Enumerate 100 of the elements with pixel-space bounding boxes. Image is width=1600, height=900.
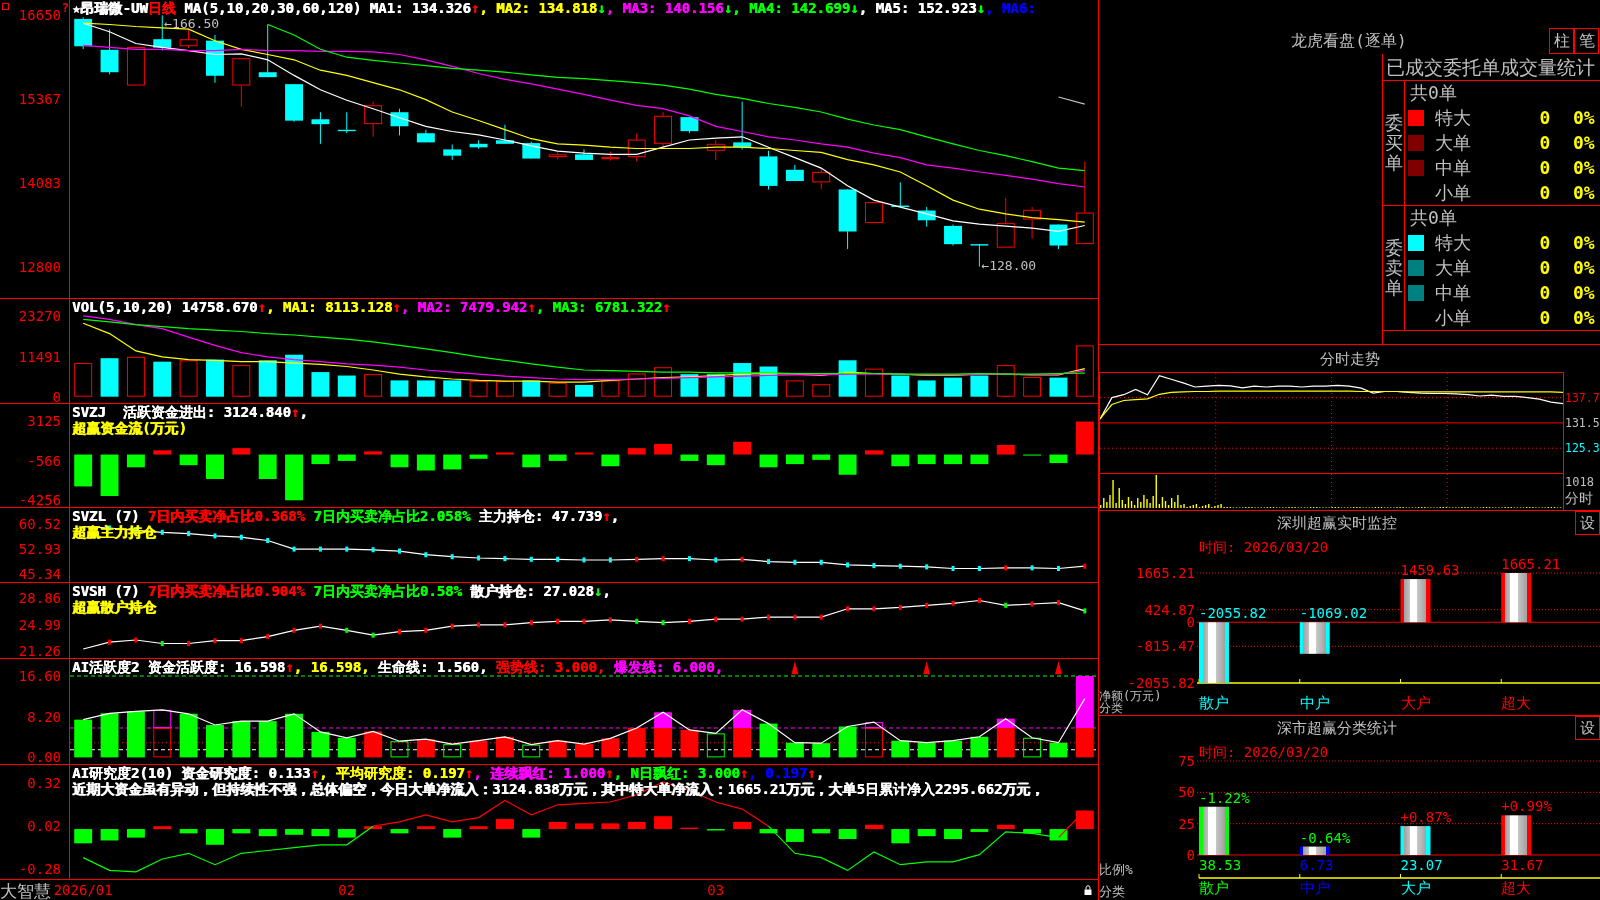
- indicator-text: ,: [602, 583, 611, 599]
- order-size-label: 特大: [1435, 231, 1472, 254]
- axis-tick-label: -0.28: [18, 861, 61, 877]
- order-count: 0: [1538, 181, 1552, 204]
- chart-title: 深市超赢分类统计: [1276, 718, 1398, 739]
- indicator-text: 强势线: 3.000,: [494, 659, 606, 675]
- order-share: 0%: [1573, 281, 1595, 304]
- indicator-text: 7日内买卖净占比0.58%: [312, 583, 462, 599]
- axis-tick-label: 0: [52, 388, 61, 405]
- change-label: +0.99%: [1501, 798, 1552, 815]
- chart-date: 时间: 2026/03/20: [1199, 539, 1329, 555]
- indicator-text: ↑: [602, 508, 611, 524]
- indicator-text: 7日内买卖净占比0.904%: [146, 583, 305, 599]
- indicator-text: , 平均研究度: 0.197: [318, 765, 465, 781]
- change-label: -1.22%: [1199, 789, 1250, 806]
- indicator-text: ,: [299, 404, 308, 420]
- axis-tick-label: 424.87: [1144, 603, 1195, 616]
- axis-tick-label: -566: [27, 452, 61, 469]
- order-count: 0: [1538, 306, 1552, 329]
- order-count: 0: [1538, 256, 1552, 279]
- axis-title: 比例%: [1099, 862, 1133, 877]
- indicator-text: ,: [815, 765, 825, 781]
- category-label: 中户: [1299, 880, 1330, 897]
- order-count: 0: [1538, 106, 1552, 129]
- indicator-text: , MA3: 140.156: [605, 0, 724, 16]
- volume-scale-label: 1018: [1565, 474, 1594, 490]
- axis-tick-label: 60.52: [18, 516, 61, 532]
- value-label: 1665.21: [1501, 556, 1561, 572]
- indicator-text: , MA2: 7479.942: [400, 299, 528, 315]
- date-label: 2026/01: [53, 881, 113, 899]
- order-share: 0%: [1573, 231, 1595, 254]
- indicator-text: 散户持仓: 27.028: [469, 583, 594, 599]
- indicator-text: , 连续飘红: 1.000: [473, 765, 606, 781]
- indicator-text: AI活跃度2 资金活跃度: 16.598: [72, 659, 286, 675]
- indicator-text: ↑: [470, 0, 480, 16]
- order-share: 0%: [1573, 256, 1595, 279]
- indicator-text: ↓: [597, 0, 606, 16]
- order-size-label: 大单: [1435, 256, 1472, 279]
- category-label: 超大: [1501, 695, 1532, 712]
- axis-tick-label: 1665.21: [1136, 567, 1195, 579]
- indicator-text: ↓: [593, 583, 603, 599]
- category-label: 中户: [1299, 695, 1330, 712]
- value-label: 1459.63: [1400, 562, 1460, 579]
- indicator-text: MA1: 134.326: [368, 0, 471, 16]
- indicator-text: ↓: [723, 0, 733, 16]
- indicator-text: , MA4: 142.699: [732, 0, 851, 16]
- indicator-text: ★昂瑞微-UW: [72, 0, 148, 16]
- order-share: 0%: [1573, 306, 1595, 329]
- value-label: -2055.82: [1199, 605, 1267, 622]
- indicator-text: , MA5: 152.923: [858, 0, 977, 16]
- category-label: 大户: [1400, 880, 1431, 897]
- indicator-text: VOL(5,10,20) 14758.670: [72, 299, 258, 315]
- axis-tick-label: 8.20: [27, 709, 61, 726]
- indicator-text: , MA2: 134.818: [479, 0, 598, 16]
- indicator-text: 超赢散户持仓: [72, 599, 156, 615]
- category-label: 大户: [1400, 695, 1431, 712]
- axis-tick-label: 52.93: [18, 541, 61, 557]
- date-label: 03: [707, 881, 725, 899]
- value-label: 23.07: [1400, 857, 1443, 873]
- value-label: 38.53: [1199, 857, 1242, 873]
- order-share: 0%: [1573, 181, 1595, 204]
- date-label: 02: [338, 881, 356, 899]
- app-name: 大智慧: [0, 881, 51, 900]
- indicator-text: ↑: [662, 299, 671, 315]
- indicator-text: 爆发线: 6.000,: [612, 659, 724, 675]
- indicator-text: SVZJ 活跃资金进出: 3124.840: [72, 404, 291, 420]
- indicator-text: MA(5,10,20,30,60,120): [183, 0, 362, 16]
- group-label: 委卖单: [1384, 238, 1403, 298]
- order-count: 0: [1538, 231, 1552, 254]
- axis-tick-label: 0.02: [27, 818, 61, 835]
- indicator-text: ↑: [290, 404, 300, 420]
- price-extreme-label: ←128.00: [981, 258, 1037, 273]
- axis-title: 分类: [1099, 702, 1123, 714]
- order-size-label: 大单: [1435, 131, 1472, 154]
- indicator-text: , MA1: 8113.128: [265, 299, 393, 315]
- indicator-text: ↑: [464, 765, 474, 781]
- category-label: 散户: [1199, 880, 1229, 897]
- axis-tick-label: -4256: [18, 491, 61, 508]
- indicator-text: , 16.598,: [293, 659, 370, 675]
- axis-tick-label: -815.47: [1136, 640, 1195, 653]
- category-label: 超大: [1501, 880, 1532, 897]
- indicator-text: ↑: [310, 765, 319, 781]
- indicator-text: ↑: [527, 299, 536, 315]
- indicator-text: 日线: [147, 0, 176, 16]
- value-label: 31.67: [1501, 857, 1544, 873]
- order-count: 0: [1538, 156, 1552, 179]
- category-label: 散户: [1199, 695, 1229, 712]
- order-size-label: 小单: [1435, 306, 1472, 329]
- value-label: -1069.02: [1299, 605, 1368, 622]
- value-label: 6.73: [1299, 857, 1334, 873]
- indicator-text: SVZL (7): [72, 508, 140, 524]
- table-title: 已成交委托单成交量统计: [1385, 55, 1596, 80]
- axis-tick-label: 0: [1186, 616, 1195, 629]
- axis-tick-label: 0.32: [27, 775, 61, 792]
- order-total: 共0单: [1409, 206, 1458, 230]
- indicator-text: AI研究度2(10) 资金研究度: 0.133: [72, 765, 311, 781]
- axis-tick-label: 14083: [18, 174, 61, 191]
- indicator-text: ↑: [257, 299, 266, 315]
- chart-date: 时间: 2026/03/20: [1199, 744, 1329, 760]
- axis-tick-label: 50: [1178, 784, 1195, 801]
